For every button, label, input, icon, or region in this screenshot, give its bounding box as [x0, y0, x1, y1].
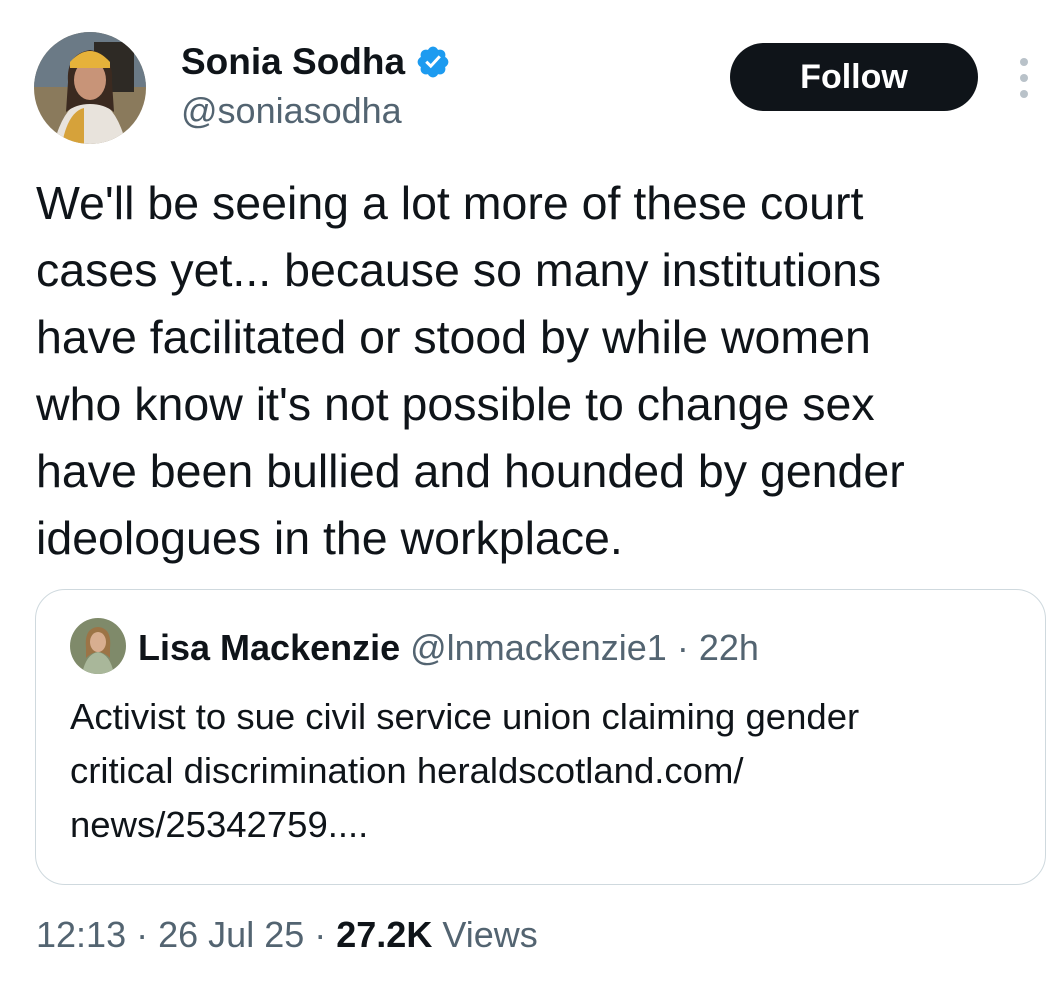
- more-vertical-icon-dot: [1020, 58, 1028, 66]
- quoted-author-avatar[interactable]: [70, 618, 126, 674]
- tweet-time[interactable]: 12:13: [36, 914, 126, 955]
- quoted-author-name[interactable]: Lisa Mackenzie: [138, 627, 400, 668]
- quoted-tweet-card[interactable]: Lisa Mackenzie @lnmackenzie1 · 22h Activ…: [35, 589, 1046, 885]
- quoted-tweet-header: Lisa Mackenzie @lnmackenzie1 · 22h: [138, 626, 759, 670]
- views-label: Views: [442, 914, 538, 955]
- more-vertical-icon-dot: [1020, 90, 1028, 98]
- quoted-avatar-photo-icon: [70, 618, 126, 674]
- tweet-meta-footer: 12:13 · 26 Jul 25 · 27.2K Views: [36, 910, 538, 960]
- author-handle[interactable]: @soniasodha: [181, 89, 402, 133]
- verified-badge-icon: [417, 46, 449, 78]
- tweet-date[interactable]: 26 Jul 25: [158, 914, 304, 955]
- follow-button[interactable]: Follow: [730, 43, 978, 111]
- quoted-tweet-time: 22h: [698, 627, 759, 668]
- more-options-button[interactable]: [1012, 58, 1036, 98]
- author-name[interactable]: Sonia Sodha: [181, 40, 451, 84]
- views-count: 27.2K: [336, 914, 433, 955]
- more-vertical-icon-dot: [1020, 74, 1028, 82]
- author-name-text: Sonia Sodha: [181, 41, 406, 82]
- avatar[interactable]: [34, 32, 146, 144]
- tweet-text: We'll be seeing a lot more of these cour…: [36, 177, 905, 564]
- avatar-photo-icon: [34, 32, 146, 144]
- quoted-tweet-text: Activist to sue civil service union clai…: [70, 696, 860, 845]
- quoted-author-handle[interactable]: @lnmackenzie1: [410, 627, 667, 668]
- separator-dot: ·: [136, 914, 149, 955]
- separator-dot: ·: [676, 627, 689, 668]
- separator-dot: ·: [314, 914, 327, 955]
